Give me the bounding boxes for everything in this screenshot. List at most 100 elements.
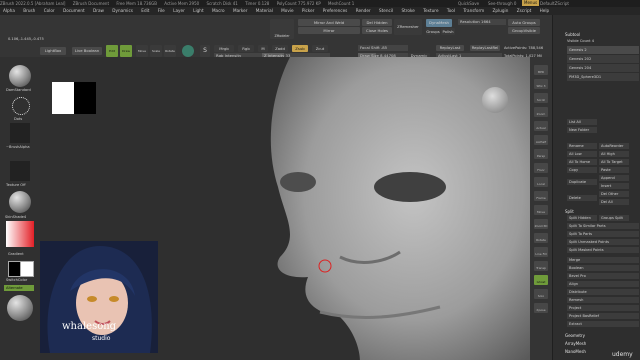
menu-macro[interactable]: Macro <box>212 8 225 13</box>
lightbox-button[interactable]: LightBox <box>40 47 66 55</box>
scroll-button[interactable]: Scroll <box>534 93 548 103</box>
brush-sphere-icon[interactable] <box>9 65 31 87</box>
stroke-dots-icon[interactable] <box>12 97 30 115</box>
mirror-and-weld-button[interactable]: Mirror And Weld <box>298 19 360 26</box>
menu-help[interactable]: Help <box>540 8 550 13</box>
menu-transform[interactable]: Transform <box>463 8 484 13</box>
scale-button[interactable]: Scale <box>150 45 162 57</box>
project-button[interactable]: Project <box>567 305 639 311</box>
all-high-button[interactable]: All High <box>599 151 629 157</box>
split-unmasked-button[interactable]: Split Unmasked Points <box>567 239 639 245</box>
navigation-head-gizmo-icon[interactable] <box>482 87 508 113</box>
switch-color-button[interactable]: SwitchColor <box>6 278 27 282</box>
zadd-button[interactable]: Zadd <box>272 45 288 52</box>
zoom3d-button[interactable]: Zoom3D <box>534 219 548 229</box>
align-button[interactable]: Align <box>567 281 639 287</box>
nano-mesh-heading[interactable]: NanoMesh <box>565 349 586 354</box>
mirror-button[interactable]: Mirror <box>298 27 360 34</box>
split-masked-button[interactable]: Split Masked Points <box>567 247 639 253</box>
replay-last-rel-button[interactable]: ReplayLastRel <box>470 45 500 51</box>
menu-movie[interactable]: Movie <box>281 8 293 13</box>
list-all-button[interactable]: List All <box>567 119 597 125</box>
live-boolean-button[interactable]: Live Boolean <box>72 47 102 55</box>
insert-button[interactable]: Insert <box>599 183 629 189</box>
zsub-button[interactable]: Zsub <box>292 45 308 52</box>
del-all-button[interactable]: Del All <box>599 199 629 205</box>
aahalf-button[interactable]: AAHalf <box>534 135 548 145</box>
array-mesh-heading[interactable]: ArrayMesh <box>565 341 586 346</box>
subtool-item[interactable]: PM3D_Sphere3D1 <box>567 73 639 81</box>
paste-button[interactable]: Paste <box>599 167 629 173</box>
move-view-button[interactable]: Move <box>534 205 548 215</box>
geometry-heading[interactable]: Geometry <box>565 333 585 338</box>
rename-button[interactable]: Rename <box>567 143 597 149</box>
split-hidden-button[interactable]: Split Hidden <box>567 215 597 221</box>
zmodeler-button[interactable]: ZModeler <box>270 19 294 39</box>
alternate-button[interactable]: Alternate <box>4 285 34 291</box>
auto-groups-button[interactable]: Auto Groups <box>508 19 540 26</box>
split-similar-button[interactable]: Split To Similar Parts <box>567 223 639 229</box>
all-low-button[interactable]: All Low <box>567 151 597 157</box>
rotate-view-button[interactable]: Rotate <box>534 233 548 243</box>
split-parts-button[interactable]: Split To Parts <box>567 231 639 237</box>
menu-render[interactable]: Render <box>356 8 371 13</box>
del-other-button[interactable]: Del Other <box>599 191 629 197</box>
zoom-button[interactable]: Zoom <box>534 107 548 117</box>
auto-reorder-button[interactable]: AutoReorder <box>599 143 629 149</box>
mrgb-button[interactable]: Mrgb <box>214 45 234 52</box>
delete-button[interactable]: Delete <box>567 195 597 201</box>
new-folder-button[interactable]: New Folder <box>567 127 597 133</box>
replay-last-button[interactable]: ReplayLast <box>436 45 464 51</box>
actual-button[interactable]: Actual <box>534 121 548 131</box>
edit-button[interactable]: Edit <box>106 45 118 57</box>
color-picker[interactable] <box>6 221 34 247</box>
extract-button[interactable]: Extract <box>567 321 639 327</box>
default-zscript-button[interactable]: DefaultZScript <box>540 0 569 7</box>
menu-layer[interactable]: Layer <box>173 8 185 13</box>
m-button[interactable]: M <box>258 45 268 52</box>
remesh-button[interactable]: Remesh <box>567 297 639 303</box>
menu-texture[interactable]: Texture <box>423 8 438 13</box>
groups-button[interactable]: Groups <box>426 28 440 35</box>
merge-button[interactable]: Merge <box>567 257 639 263</box>
color-s-icon[interactable]: S <box>200 45 210 57</box>
material-sphere-icon[interactable] <box>9 191 31 213</box>
bpr-button[interactable]: BPR <box>534 65 548 75</box>
menu-file[interactable]: File <box>158 8 165 13</box>
line-fill-button[interactable]: Line Fill <box>534 247 548 257</box>
all-to-target-button[interactable]: All To Target <box>599 159 629 165</box>
move-button[interactable]: Move <box>136 45 148 57</box>
distribute-button[interactable]: Distribute <box>567 289 639 295</box>
solo-button[interactable]: Solo <box>534 289 548 299</box>
menu-document[interactable]: Document <box>63 8 85 13</box>
copy-button[interactable]: Copy <box>567 167 597 173</box>
menu-zplugin[interactable]: Zplugin <box>493 8 509 13</box>
transp-button[interactable]: Transp <box>534 261 548 271</box>
duplicate-button[interactable]: Duplicate <box>567 179 597 185</box>
persp-button[interactable]: Persp <box>534 149 548 159</box>
menu-dynamics[interactable]: Dynamics <box>112 8 133 13</box>
menu-edit[interactable]: Edit <box>141 8 149 13</box>
texture-thumbnail[interactable] <box>10 161 30 181</box>
menu-draw[interactable]: Draw <box>93 8 104 13</box>
menu-light[interactable]: Light <box>193 8 203 13</box>
boolean-button[interactable]: Boolean <box>567 265 639 271</box>
focal-shift-slider[interactable]: Focal Shift -85 <box>358 45 408 51</box>
resolution-slider[interactable]: Resolution 1664 <box>458 19 506 25</box>
group-visible-button[interactable]: GroupVisible <box>508 27 540 34</box>
zcut-button[interactable]: Zcut <box>312 45 328 52</box>
close-holes-button[interactable]: Close Holes <box>362 27 392 34</box>
rotate-button[interactable]: Rotate <box>164 45 176 57</box>
groups-split-button[interactable]: Groups Split <box>599 215 629 221</box>
menu-tool[interactable]: Tool <box>447 8 455 13</box>
menu-zscript[interactable]: Zscript <box>517 8 532 13</box>
quicksave-button[interactable]: QuickSave <box>458 0 479 7</box>
floor-button[interactable]: Floor <box>534 163 548 173</box>
del-hidden-button[interactable]: Del Hidden <box>362 19 392 26</box>
see-through-slider[interactable]: See-through 0 <box>488 0 516 7</box>
project-bas-relief-button[interactable]: Project BasRelief <box>567 313 639 319</box>
append-button[interactable]: Append <box>599 175 629 181</box>
alpha-thumbnail[interactable] <box>10 123 30 143</box>
ghost-button[interactable]: Ghost <box>534 275 548 285</box>
menu-marker[interactable]: Marker <box>233 8 247 13</box>
